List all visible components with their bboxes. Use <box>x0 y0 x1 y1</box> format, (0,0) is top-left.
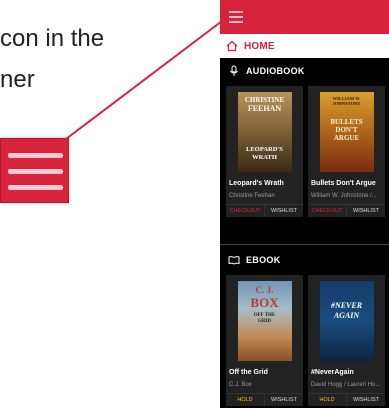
section-title: AUDIOBOOK <box>246 66 305 76</box>
tutorial-callout-text: con in the ner <box>0 18 104 100</box>
section-header-ebook: EBOOK <box>220 249 389 271</box>
wishlist-button[interactable]: WISHLIST <box>265 394 303 406</box>
book-author: C.J. Box <box>229 382 252 388</box>
book-title[interactable]: #NeverAgain <box>308 367 385 379</box>
zoomed-hamburger-icon <box>0 138 69 203</box>
home-icon <box>226 40 238 52</box>
audiobook-row: CHRISTINE FEEHAN LEOPARD'S WRATH Leopard… <box>220 86 389 217</box>
book-cover[interactable]: CHRISTINE FEEHAN LEOPARD'S WRATH <box>237 92 292 172</box>
book-title[interactable]: Bullets Don't Argue <box>308 178 385 190</box>
book-card[interactable]: CHRISTINE FEEHAN LEOPARD'S WRATH Leopard… <box>226 86 303 217</box>
home-label: HOME <box>244 40 275 52</box>
wishlist-button[interactable]: WISHLIST <box>347 394 385 406</box>
checkout-button[interactable]: CHECKOUT <box>308 205 347 217</box>
ebook-row: C. J. BOX OFF THE GRID Off the Grid C.J.… <box>220 275 389 406</box>
callout-line-2: ner <box>0 66 35 93</box>
book-title[interactable]: Off the Grid <box>226 367 303 379</box>
microphone-icon <box>230 65 238 76</box>
book-cover[interactable]: C. J. BOX OFF THE GRID <box>237 281 292 361</box>
open-book-icon <box>228 256 240 265</box>
section-title: EBOOK <box>246 255 281 265</box>
book-author: William W. Johnstone /... <box>311 193 377 199</box>
hamburger-icon[interactable] <box>229 11 243 23</box>
section-divider <box>220 237 389 245</box>
book-card[interactable]: WILLIAM W. JOHNSTONE BULLETS DON'T ARGUE… <box>308 86 385 217</box>
callout-line-1: con in the <box>0 25 105 52</box>
book-author: Christine Feehan <box>229 193 275 199</box>
book-cover[interactable]: WILLIAM W. JOHNSTONE BULLETS DON'T ARGUE <box>319 92 374 172</box>
app-screen: HOME AUDIOBOOK CHRISTINE FEEHAN LEOPARD'… <box>220 0 389 408</box>
checkout-button[interactable]: CHECKOUT <box>226 205 265 217</box>
wishlist-button[interactable]: WISHLIST <box>347 205 385 217</box>
home-breadcrumb[interactable]: HOME <box>220 34 389 58</box>
hold-button[interactable]: HOLD <box>308 394 347 406</box>
book-cover[interactable]: #NEVER AGAIN <box>319 281 374 361</box>
app-top-bar <box>220 0 389 34</box>
book-card[interactable]: #NEVER AGAIN #NeverAgain David Hogg / La… <box>308 275 385 406</box>
book-card[interactable]: C. J. BOX OFF THE GRID Off the Grid C.J.… <box>226 275 303 406</box>
hold-button[interactable]: HOLD <box>226 394 265 406</box>
book-title[interactable]: Leopard's Wrath <box>226 178 303 190</box>
wishlist-button[interactable]: WISHLIST <box>265 205 303 217</box>
section-header-audiobook: AUDIOBOOK <box>220 60 389 82</box>
book-author: David Hogg / Lauren Ho... <box>311 382 381 388</box>
